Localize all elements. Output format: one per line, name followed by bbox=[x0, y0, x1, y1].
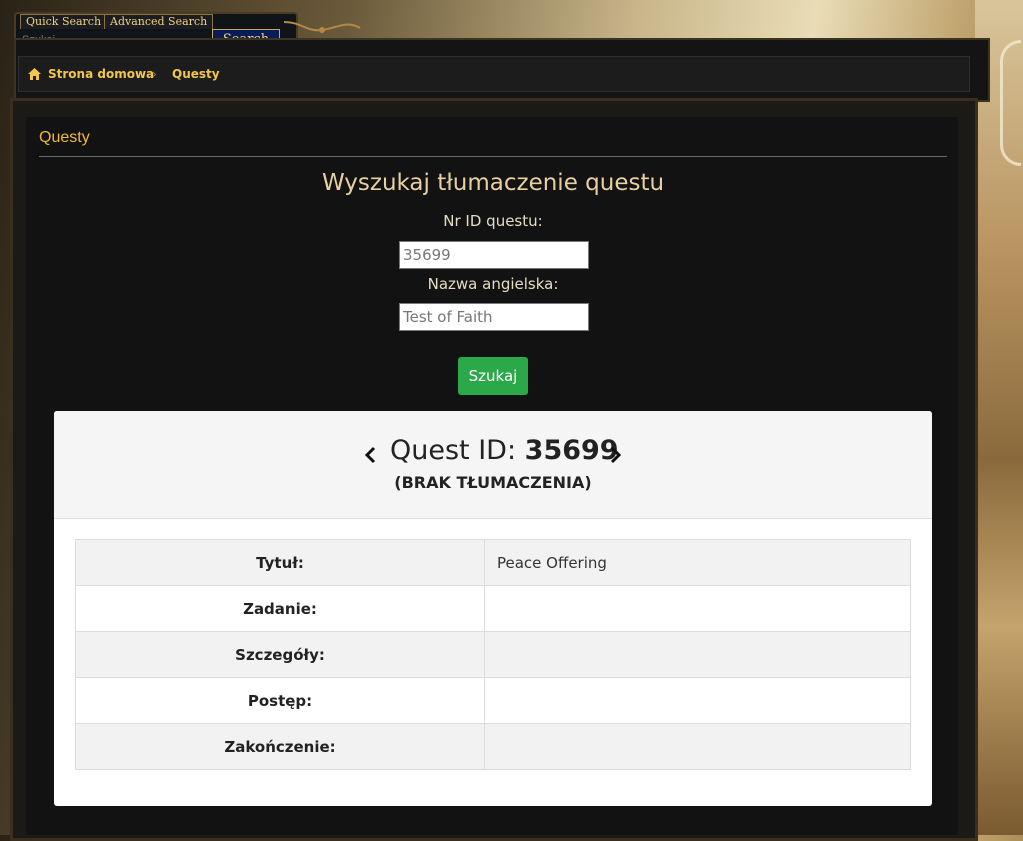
table-row: Szczegóły: bbox=[75, 631, 911, 678]
table-row: Zakończenie: bbox=[75, 723, 911, 770]
row-label: Tytuł: bbox=[75, 539, 485, 586]
quest-id-input[interactable]: 35699 bbox=[399, 241, 589, 269]
row-value: Peace Offering bbox=[484, 539, 911, 586]
row-label: Zadanie: bbox=[75, 585, 485, 632]
quest-id-prefix: Quest ID: bbox=[390, 435, 525, 466]
row-value bbox=[484, 631, 911, 678]
row-value bbox=[484, 723, 911, 770]
breadcrumb bbox=[18, 56, 970, 92]
table-row: Tytuł: Peace Offering bbox=[75, 539, 911, 586]
translation-status: (BRAK TŁUMACZENIA) bbox=[394, 473, 592, 492]
section-title: Questy bbox=[39, 129, 90, 146]
row-label: Zakończenie: bbox=[75, 723, 485, 770]
section-divider bbox=[39, 156, 947, 157]
quest-id-label: Nr ID questu: bbox=[443, 212, 543, 230]
table-row: Postęp: bbox=[75, 677, 911, 724]
quick-search-tab[interactable]: Quick Search bbox=[20, 14, 108, 29]
row-label: Postęp: bbox=[75, 677, 485, 724]
quest-details-table: Tytuł: Peace Offering Zadanie: Szczegóły… bbox=[75, 539, 911, 770]
breadcrumb-separator: › bbox=[152, 67, 157, 81]
advanced-search-tab[interactable]: Advanced Search bbox=[104, 14, 214, 29]
quest-id-number: 35699 bbox=[524, 435, 619, 466]
row-value bbox=[484, 677, 911, 724]
row-label: Szczegóły: bbox=[75, 631, 485, 678]
english-name-input[interactable]: Test of Faith bbox=[399, 303, 589, 331]
previous-quest-icon[interactable] bbox=[363, 446, 377, 464]
search-submit-button[interactable]: Szukaj bbox=[458, 357, 528, 395]
row-value bbox=[484, 585, 911, 632]
table-row: Zadanie: bbox=[75, 585, 911, 632]
next-quest-icon[interactable] bbox=[609, 446, 623, 464]
breadcrumb-questy-link[interactable]: Questy bbox=[172, 67, 220, 81]
background-artwork bbox=[975, 0, 1023, 835]
breadcrumb-home-link[interactable]: Strona domowa bbox=[48, 67, 154, 81]
quest-id-heading: Quest ID: 35699 bbox=[390, 435, 619, 466]
search-form-title: Wyszukaj tłumaczenie questu bbox=[321, 170, 665, 196]
home-icon bbox=[28, 68, 41, 80]
english-name-label: Nazwa angielska: bbox=[427, 275, 559, 293]
